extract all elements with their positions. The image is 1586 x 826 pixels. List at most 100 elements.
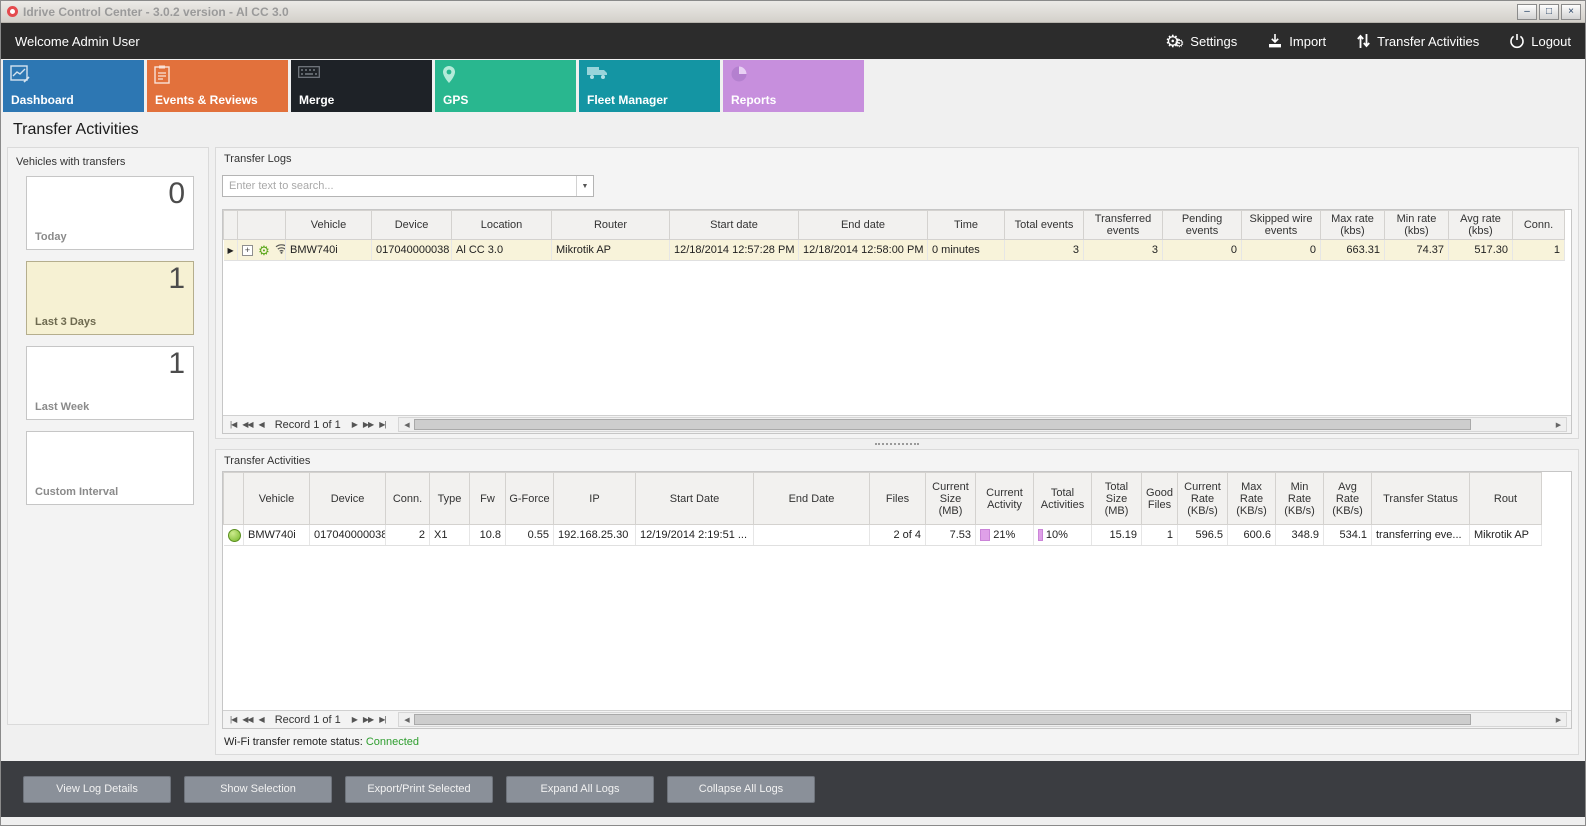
logs-col-skipped-wire-events[interactable]: Skipped wire events [1242,211,1321,240]
transfer-log-row[interactable]: ▶ + ⚙ BMW740i 017040000038 Al CC 3.0 Mik… [224,240,1565,261]
search-input[interactable] [223,180,576,192]
tile-gps[interactable]: GPS [435,60,576,112]
logs-col-time[interactable]: Time [928,211,1005,240]
acts-col-conn[interactable]: Conn. [386,473,430,525]
acts-col-ip[interactable]: IP [554,473,636,525]
logs-col-max-rate[interactable]: Max rate (kbs) [1321,211,1385,240]
logs-col-router[interactable]: Router [552,211,670,240]
scroll-left-icon[interactable]: ◀ [399,716,414,724]
logs-col-location[interactable]: Location [452,211,552,240]
acts-col-total-size[interactable]: Total Size (MB) [1092,473,1142,525]
card-last-3-days[interactable]: 1 Last 3 Days [26,261,194,335]
progress-fill [1038,529,1043,541]
acts-col-start-date[interactable]: Start Date [636,473,754,525]
activities-horizontal-scrollbar[interactable]: ◀ ▶ [398,712,1567,727]
acts-col-min-rate[interactable]: Min Rate (KB/s) [1276,473,1324,525]
log-start-date: 12/18/2014 12:57:28 PM [670,240,799,261]
pager-prev-button[interactable]: ◀ [259,420,264,429]
acts-col-router[interactable]: Rout [1470,473,1542,525]
acts-col-end-date[interactable]: End Date [754,473,870,525]
pager-next-button[interactable]: ▶ [352,420,357,429]
card-today[interactable]: 0 Today [26,176,194,250]
scrollbar-track[interactable] [414,418,1551,431]
pager-first-button[interactable]: |◀ [230,715,236,724]
scrollbar-thumb[interactable] [414,714,1471,725]
pager-last-button[interactable]: ▶| [379,420,385,429]
window-titlebar[interactable]: Idrive Control Center - 3.0.2 version - … [1,1,1585,23]
logs-col-vehicle[interactable]: Vehicle [286,211,372,240]
acts-col-max-rate[interactable]: Max Rate (KB/s) [1228,473,1276,525]
show-selection-button[interactable]: Show Selection [184,776,332,803]
acts-col-avg-rate[interactable]: Avg Rate (KB/s) [1324,473,1372,525]
close-button[interactable]: × [1561,4,1581,20]
minimize-button[interactable]: – [1517,4,1537,20]
acts-col-total-activities[interactable]: Total Activities [1034,473,1092,525]
settings-button[interactable]: ⚙⚙ Settings [1165,33,1237,50]
pager-prev-button[interactable]: ◀ [259,715,264,724]
window-title: Idrive Control Center - 3.0.2 version - … [23,5,1517,19]
logs-col-conn[interactable]: Conn. [1513,211,1565,240]
transfer-activities-button[interactable]: Transfer Activities [1356,33,1479,49]
scrollbar-track[interactable] [414,713,1551,726]
tile-fleet-manager[interactable]: Fleet Manager [579,60,720,112]
acts-col-transfer-status[interactable]: Transfer Status [1372,473,1470,525]
current-activity-progress: 21% [980,528,1029,542]
acts-col-current-size[interactable]: Current Size (MB) [926,473,976,525]
logs-col-avg-rate[interactable]: Avg rate (kbs) [1449,211,1513,240]
logout-button[interactable]: Logout [1509,33,1571,49]
pager-next-group-button[interactable]: ▶▶ [363,715,373,724]
pager-next-group-button[interactable]: ▶▶ [363,420,373,429]
panel-splitter[interactable] [215,439,1579,449]
logs-col-min-rate[interactable]: Min rate (kbs) [1385,211,1449,240]
logs-col-start-date[interactable]: Start date [670,211,799,240]
pager-next-button[interactable]: ▶ [352,715,357,724]
tile-events-reviews[interactable]: Events & Reviews [147,60,288,112]
collapse-all-logs-button[interactable]: Collapse All Logs [667,776,815,803]
logs-col-device[interactable]: Device [372,211,452,240]
tile-dashboard[interactable]: Dashboard [3,60,144,112]
dropdown-arrow-icon[interactable]: ▼ [576,176,593,196]
logs-col-end-date[interactable]: End date [799,211,928,240]
act-ip: 192.168.25.30 [554,525,636,546]
expand-row-icon[interactable]: + [242,245,253,256]
logs-col-pending-events[interactable]: Pending events [1163,211,1242,240]
fleet-truck-icon [586,65,608,85]
logs-horizontal-scrollbar[interactable]: ◀ ▶ [398,417,1567,432]
scrollbar-thumb[interactable] [414,419,1471,430]
maximize-button[interactable]: □ [1539,4,1559,20]
acts-col-current-rate[interactable]: Current Rate (KB/s) [1178,473,1228,525]
acts-col-vehicle[interactable]: Vehicle [244,473,310,525]
pager-last-button[interactable]: ▶| [379,715,385,724]
topbar-actions: ⚙⚙ Settings Import Transfer Activities [1165,33,1571,50]
pager-prev-group-button[interactable]: ◀◀ [242,420,252,429]
current-activity-percent: 21% [993,529,1015,541]
acts-col-device[interactable]: Device [310,473,386,525]
main-column: Transfer Logs ▼ Vehicl [215,147,1579,761]
transfer-activity-row[interactable]: BMW740i 017040000038 2 X1 10.8 0.55 192.… [224,525,1542,546]
gears-icon: ⚙⚙ [1165,33,1184,50]
card-today-value: 0 [168,177,185,211]
expand-all-logs-button[interactable]: Expand All Logs [506,776,654,803]
scroll-right-icon[interactable]: ▶ [1551,716,1566,724]
logs-col-transferred-events[interactable]: Transferred events [1084,211,1163,240]
export-print-selected-button[interactable]: Export/Print Selected [345,776,493,803]
logs-col-total-events[interactable]: Total events [1005,211,1084,240]
acts-col-type[interactable]: Type [430,473,470,525]
scroll-right-icon[interactable]: ▶ [1551,421,1566,429]
import-button[interactable]: Import [1267,33,1326,49]
acts-col-good-files[interactable]: Good Files [1142,473,1178,525]
acts-col-fw[interactable]: Fw [470,473,506,525]
pager-prev-group-button[interactable]: ◀◀ [242,715,252,724]
acts-col-g-force[interactable]: G-Force [506,473,554,525]
acts-col-files[interactable]: Files [870,473,926,525]
act-current-activity-cell: 21% [976,525,1034,546]
log-conn: 1 [1513,240,1565,261]
view-log-details-button[interactable]: View Log Details [23,776,171,803]
acts-col-current-activity[interactable]: Current Activity [976,473,1034,525]
card-custom-interval[interactable]: Custom Interval [26,431,194,505]
tile-merge[interactable]: Merge [291,60,432,112]
scroll-left-icon[interactable]: ◀ [399,421,414,429]
tile-reports[interactable]: Reports [723,60,864,112]
card-last-week[interactable]: 1 Last Week [26,346,194,420]
pager-first-button[interactable]: |◀ [230,420,236,429]
